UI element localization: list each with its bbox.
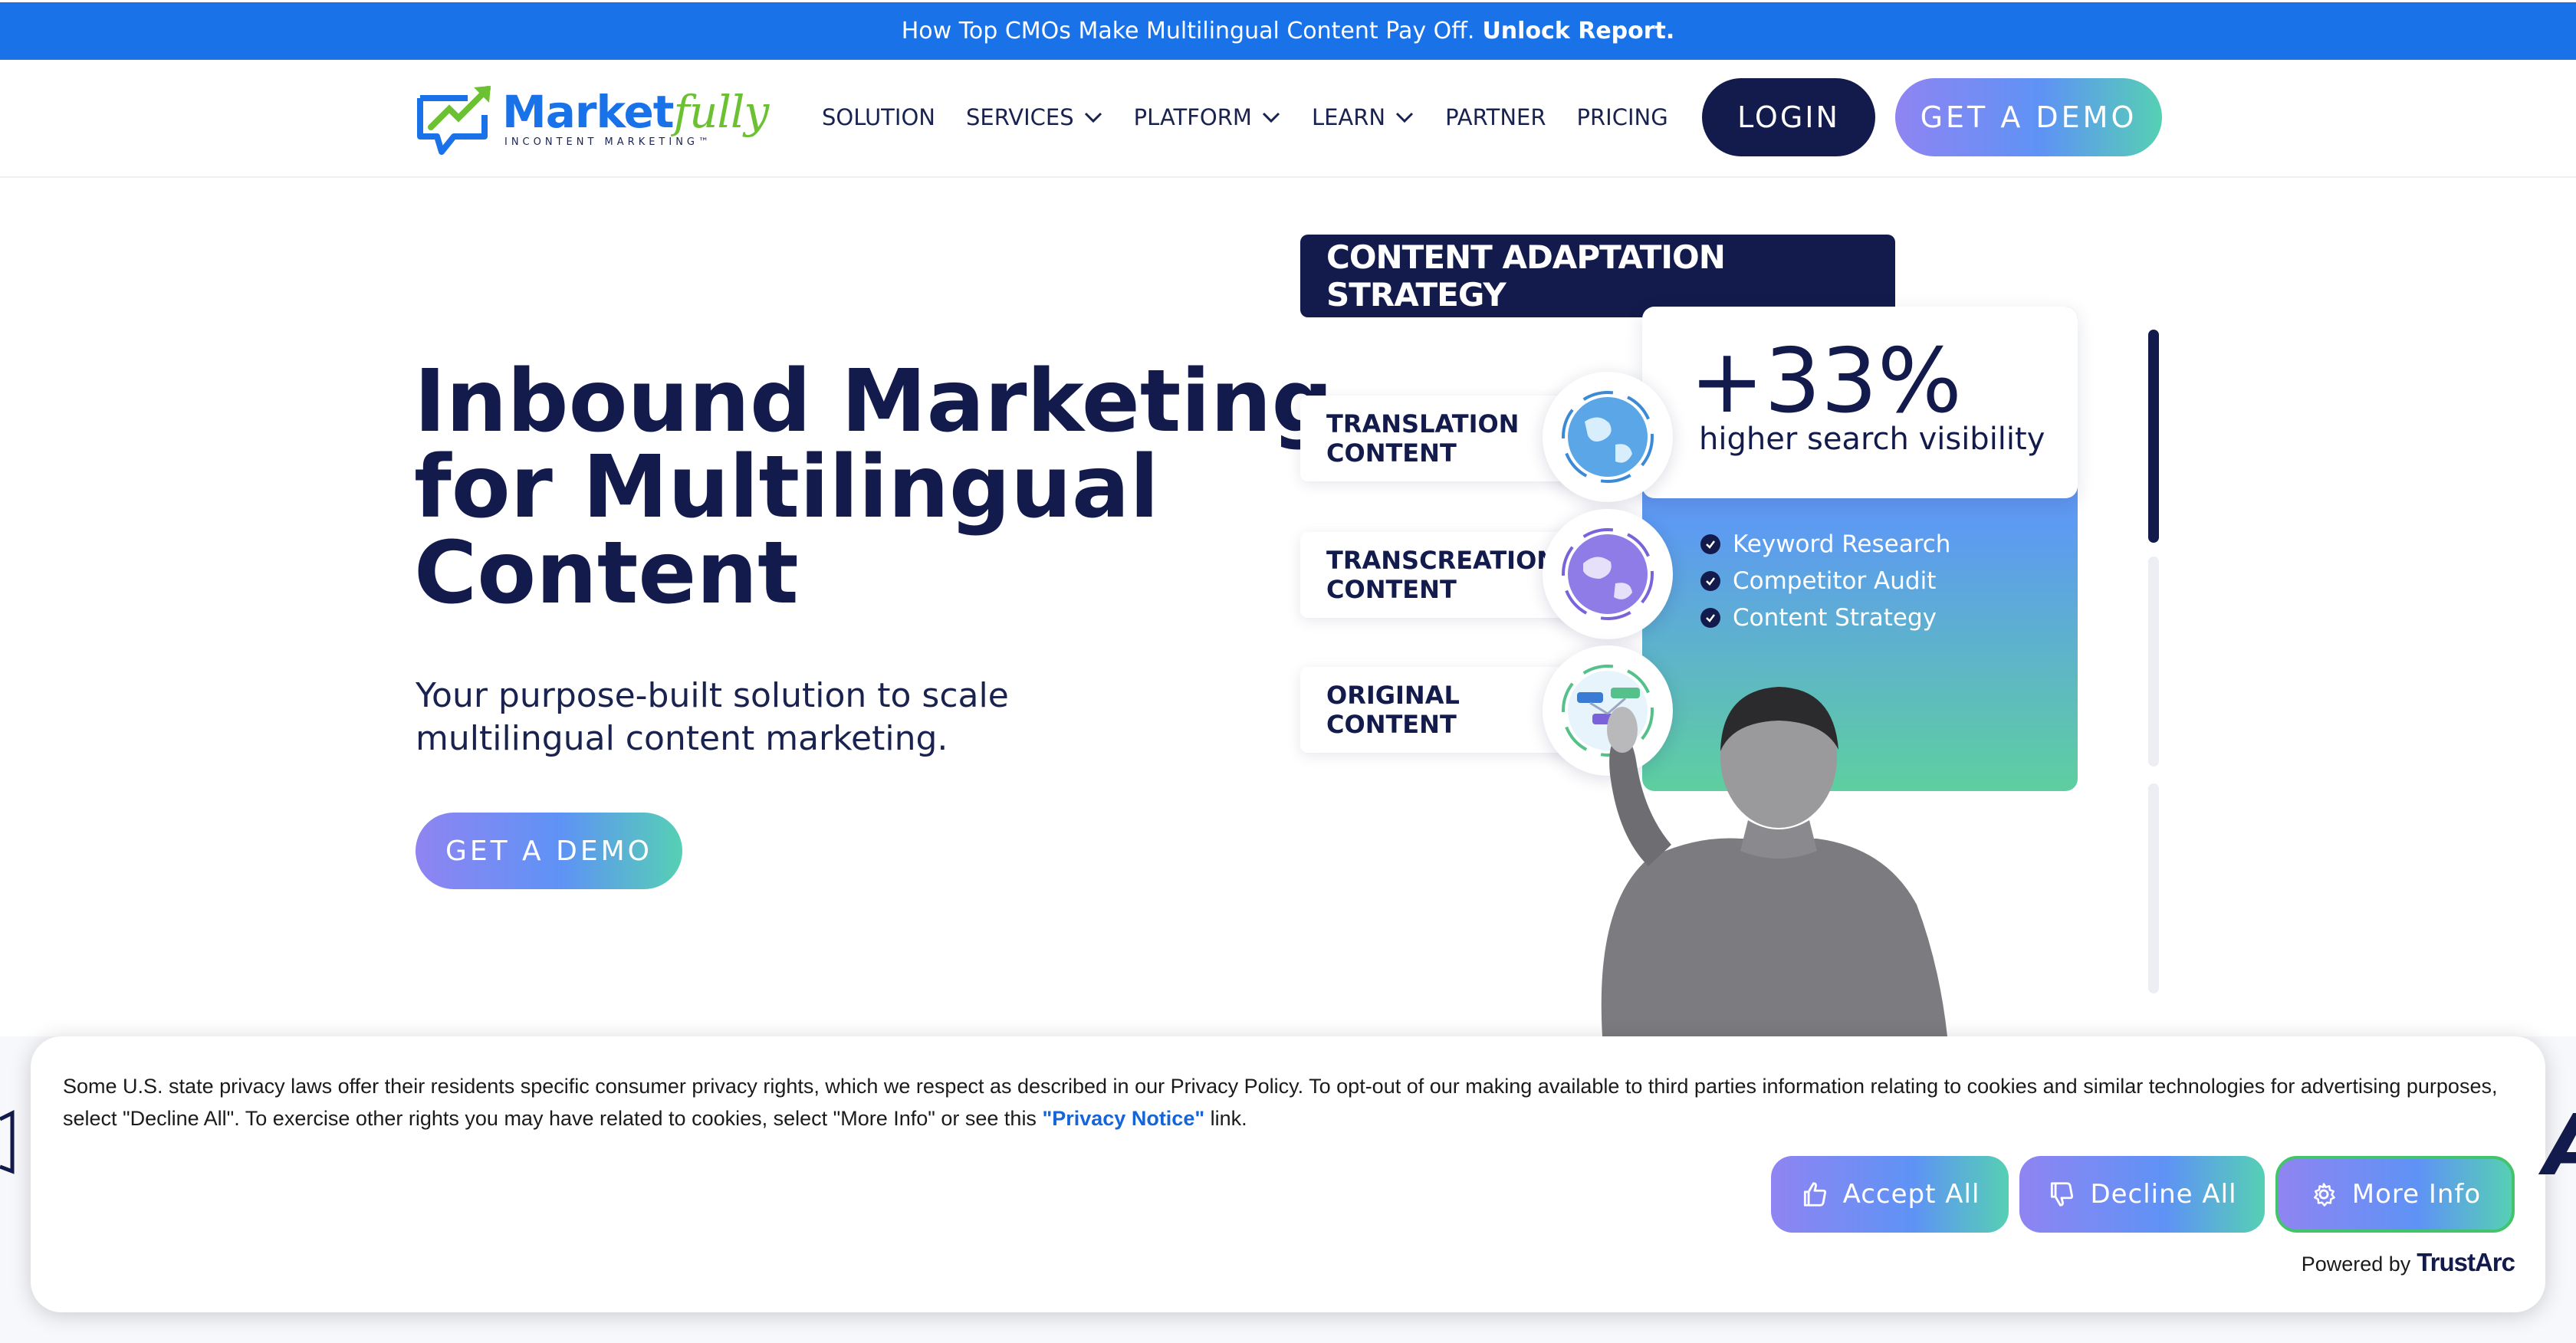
gear-icon — [2313, 1183, 2335, 1207]
main-nav: SOLUTION SERVICES PLATFORM LEARN PARTNER… — [822, 104, 1699, 130]
strategy-title: CONTENT ADAPTATION STRATEGY — [1300, 235, 1895, 317]
stat-value: +33% — [1690, 330, 1963, 433]
nav-item-learn[interactable]: LEARN — [1312, 104, 1414, 130]
login-button[interactable]: LOGIN — [1702, 78, 1875, 156]
hero-title: Inbound Marketing for Multilingual Conte… — [414, 352, 1333, 623]
graphic-progress-track — [2148, 557, 2159, 767]
announcement-text: How Top CMOs Make Multilingual Content P… — [901, 18, 1475, 44]
more-info-button[interactable]: More Info — [2275, 1156, 2515, 1233]
stat-card: +33% higher search visibility — [1642, 307, 2078, 498]
chat-bubble-icon — [417, 86, 491, 155]
partial-logo-icon — [0, 1109, 15, 1174]
hero-subtitle: Your purpose-built solution to scale mul… — [416, 676, 1009, 758]
powered-by: Powered by TrustArc — [2301, 1248, 2515, 1277]
get-demo-hero-button[interactable]: GET A DEMO — [416, 813, 682, 889]
chevron-down-icon — [1396, 112, 1414, 123]
accept-all-button[interactable]: Accept All — [1771, 1156, 2009, 1233]
logo[interactable]: Marketfully INCONTENT MARKETING™ — [414, 81, 769, 158]
logo-tagline: INCONTENT MARKETING™ — [504, 136, 712, 148]
nav-item-solution[interactable]: SOLUTION — [822, 104, 935, 130]
nav-item-platform[interactable]: PLATFORM — [1134, 104, 1281, 130]
partial-logo-icon: A — [2544, 1096, 2576, 1194]
chevron-down-icon — [1262, 112, 1280, 123]
nav-item-services[interactable]: SERVICES — [966, 104, 1103, 130]
graphic-progress-track — [2148, 783, 2159, 993]
announcement-link[interactable]: Unlock Report. — [1482, 18, 1674, 44]
original-content-card: ORIGINAL CONTENT — [1300, 667, 1584, 753]
thumbs-down-icon — [2051, 1182, 2074, 1207]
decline-all-button[interactable]: Decline All — [2019, 1156, 2265, 1233]
cookie-consent-banner: Some U.S. state privacy laws offer their… — [31, 1036, 2545, 1312]
cookie-notice-text: Some U.S. state privacy laws offer their… — [63, 1075, 2498, 1130]
nav-item-partner[interactable]: PARTNER — [1445, 104, 1546, 130]
chevron-down-icon — [1084, 112, 1102, 123]
announcement-bar: How Top CMOs Make Multilingual Content P… — [0, 0, 2576, 60]
check-icon — [1700, 571, 1720, 591]
globe-icon — [1543, 509, 1673, 639]
nav-item-pricing[interactable]: PRICING — [1577, 104, 1668, 130]
checklist-item: Keyword Research — [1700, 526, 1950, 563]
check-icon — [1700, 608, 1720, 628]
trustarc-logo[interactable]: TrustArc — [2417, 1248, 2515, 1277]
privacy-notice-link[interactable]: "Privacy Notice" — [1042, 1107, 1204, 1130]
person-illustration — [1601, 687, 1947, 1036]
checklist-item: Content Strategy — [1700, 599, 1950, 636]
globe-icon — [1543, 372, 1673, 502]
checklist-item: Competitor Audit — [1700, 563, 1950, 599]
graphic-progress-indicator — [2148, 330, 2159, 543]
checklist: Keyword Research Competitor Audit Conten… — [1700, 526, 1950, 636]
site-header: Marketfully INCONTENT MARKETING™ SOLUTIO… — [0, 60, 2576, 178]
translation-content-card: TRANSLATION CONTENT — [1300, 396, 1584, 481]
thumbs-up-icon — [1803, 1182, 1826, 1207]
logo-wordmark: Marketfully — [502, 86, 769, 138]
transcreation-content-card: TRANSCREATION CONTENT — [1300, 532, 1584, 618]
get-demo-header-button[interactable]: GET A DEMO — [1895, 78, 2162, 156]
check-icon — [1700, 534, 1720, 554]
stat-label: higher search visibility — [1699, 422, 2045, 457]
